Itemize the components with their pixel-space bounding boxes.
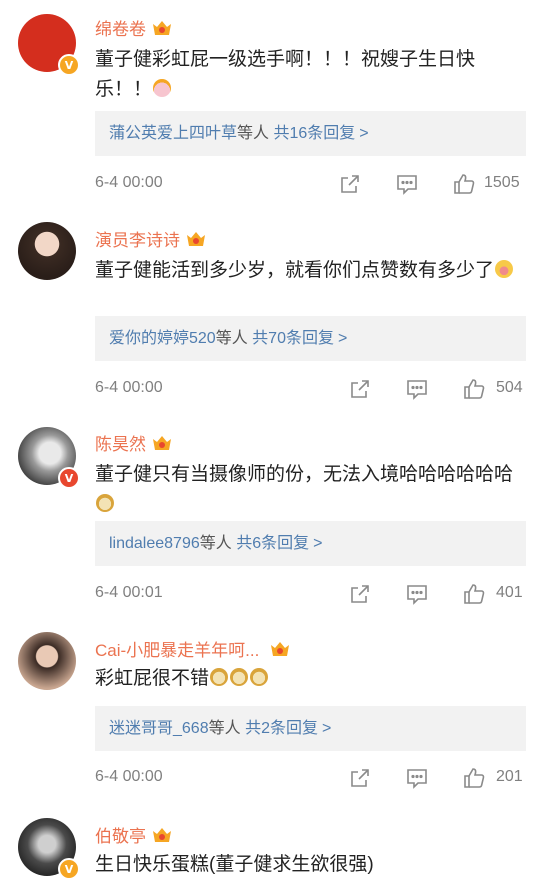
comment-text: 彩虹屁很不错: [95, 664, 525, 694]
reply-who: 等人: [237, 125, 270, 142]
avatar[interactable]: V: [18, 427, 80, 489]
reply-summary[interactable]: 爱你的婷婷520等人 共70条回复 >: [95, 316, 526, 361]
comment-time: 6-4 00:00: [95, 768, 163, 785]
username-label: 演员李诗诗: [95, 231, 180, 250]
doge-emoji-icon: [96, 494, 114, 512]
avatar-image: [18, 632, 76, 690]
reply-count[interactable]: 共16条回复: [273, 125, 355, 142]
reply-summary[interactable]: lindalee8796等人 共6条回复 >: [95, 521, 526, 566]
reply-who: 等人: [208, 720, 241, 737]
comment-meta: 6-4 00:01 401: [95, 582, 526, 606]
comment-text: 董子健彩虹屁一级选手啊！！！祝嫂子生日快乐！！: [95, 45, 525, 105]
reply-count[interactable]: 共2条回复: [245, 720, 318, 737]
comment-text: 董子健只有当摄像师的份，无法入境哈哈哈哈哈哈: [95, 460, 525, 520]
username-label: Cai-小肥暴走羊年呵...: [95, 641, 260, 660]
comment-time: 6-4 00:01: [95, 584, 163, 601]
cake-emoji-icon: [153, 79, 172, 97]
comment-meta: 6-4 00:00 201: [95, 766, 526, 790]
comment-text: 董子健能活到多少岁，就看你们点赞数有多少了: [95, 256, 525, 286]
username[interactable]: 陈昊然: [95, 430, 173, 455]
verified-badge-icon: V: [58, 54, 80, 76]
reply-names[interactable]: 蒲公英爱上四叶草: [109, 125, 237, 142]
comment-icon[interactable]: [405, 377, 429, 401]
reply-who: 等人: [199, 535, 232, 552]
comment-text-body: 生日快乐蛋糕(董子健求生欲很强): [95, 854, 374, 875]
username-label: 绵卷卷: [95, 20, 146, 39]
avatar[interactable]: [18, 632, 80, 694]
comment-time: 6-4 00:00: [95, 174, 163, 191]
reply-summary[interactable]: 蒲公英爱上四叶草等人 共16条回复 >: [95, 111, 526, 156]
like-icon[interactable]: [462, 582, 486, 606]
username[interactable]: 绵卷卷: [95, 15, 173, 40]
like-icon[interactable]: [462, 766, 486, 790]
reply-count[interactable]: 共70条回复: [252, 330, 334, 347]
comment-icon[interactable]: [405, 766, 429, 790]
doge-emoji-icon: [250, 668, 269, 686]
vip-crown-icon: [151, 433, 173, 453]
like-icon[interactable]: [452, 172, 476, 196]
reply-names[interactable]: 迷迷哥哥_668: [109, 720, 209, 737]
like-count: 1505: [484, 174, 520, 191]
reply-names[interactable]: 爱你的婷婷520: [109, 330, 216, 347]
avatar[interactable]: V: [18, 818, 80, 880]
verified-badge-icon: V: [58, 858, 80, 880]
comment-meta: 6-4 00:00 504: [95, 377, 526, 401]
share-icon[interactable]: [348, 766, 372, 790]
verified-badge-icon: V: [58, 467, 80, 489]
like-icon[interactable]: [462, 377, 486, 401]
comment-icon[interactable]: [395, 172, 419, 196]
username[interactable]: Cai-小肥暴走羊年呵...: [95, 636, 291, 661]
share-icon[interactable]: [338, 172, 362, 196]
comment-text-body: 彩虹屁很不错: [95, 668, 210, 689]
avatar[interactable]: V: [18, 14, 80, 76]
comment-text-body: 董子健只有当摄像师的份，无法入境哈哈哈哈哈哈: [95, 464, 514, 485]
reply-names[interactable]: lindalee8796: [109, 535, 200, 552]
like-count: 504: [496, 379, 523, 396]
chevron-right-icon: >: [321, 720, 332, 737]
like-count: 201: [496, 768, 523, 785]
like-count: 401: [496, 584, 523, 601]
vip-crown-icon: [151, 825, 173, 845]
reply-who: 等人: [215, 330, 248, 347]
comment-icon[interactable]: [405, 582, 429, 606]
username-label: 伯敬亭: [95, 827, 146, 846]
vip-crown-icon: [269, 639, 291, 659]
vip-crown-icon: [185, 229, 207, 249]
share-icon[interactable]: [348, 377, 372, 401]
face-emoji-icon: [495, 260, 514, 278]
reply-summary[interactable]: 迷迷哥哥_668等人 共2条回复 >: [95, 706, 526, 751]
chevron-right-icon: >: [337, 330, 348, 347]
chevron-right-icon: >: [313, 535, 323, 552]
avatar-image: [18, 222, 76, 280]
comment-text-body: 董子健彩虹屁一级选手啊！！！祝嫂子生日快乐！！: [95, 49, 476, 100]
share-icon[interactable]: [348, 582, 372, 606]
doge-emoji-icon: [230, 668, 249, 686]
comment-meta: 6-4 00:00 1505: [95, 172, 526, 196]
comment-text-body: 董子健能活到多少岁，就看你们点赞数有多少了: [95, 260, 495, 281]
comment-text: 生日快乐蛋糕(董子健求生欲很强): [95, 850, 525, 880]
avatar[interactable]: [18, 222, 80, 284]
comment-time: 6-4 00:00: [95, 379, 163, 396]
username-label: 陈昊然: [95, 435, 146, 454]
vip-crown-icon: [151, 18, 173, 38]
reply-count[interactable]: 共6条回复: [236, 535, 309, 552]
doge-emoji-icon: [210, 668, 229, 686]
chevron-right-icon: >: [359, 125, 369, 142]
username[interactable]: 演员李诗诗: [95, 226, 207, 251]
username[interactable]: 伯敬亭: [95, 822, 173, 847]
